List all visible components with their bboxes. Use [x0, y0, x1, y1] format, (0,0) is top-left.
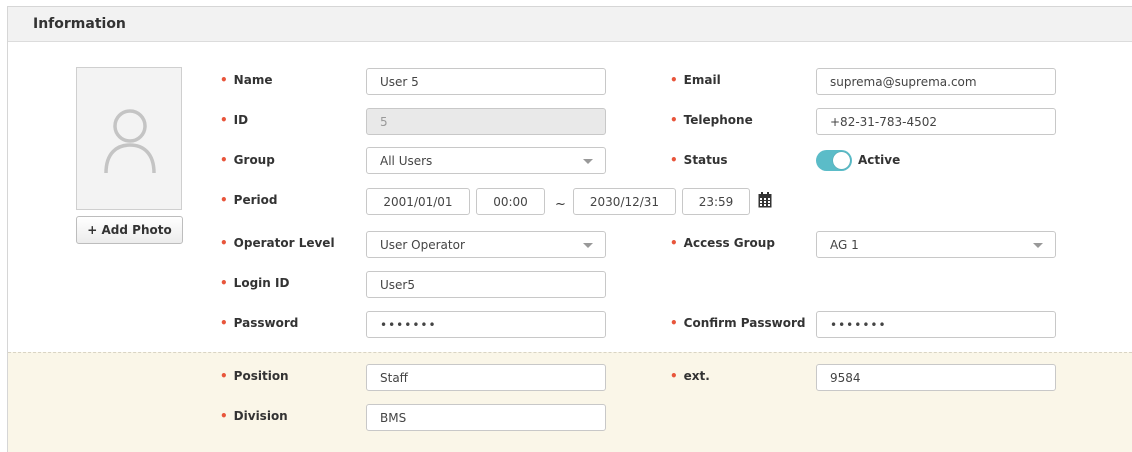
- status-label-text: Status: [683, 153, 728, 167]
- login-id-label-text: Login ID: [233, 276, 290, 290]
- access-group-select-value: AG 1: [830, 237, 859, 252]
- period-end-date-input[interactable]: 2030/12/31: [573, 188, 676, 215]
- division-input[interactable]: BMS: [366, 404, 606, 431]
- telephone-label: • Telephone: [670, 113, 753, 127]
- id-label: • ID: [220, 113, 249, 127]
- operator-level-label: • Operator Level: [220, 236, 335, 250]
- email-label-text: Email: [683, 73, 721, 87]
- group-label-text: Group: [233, 153, 275, 167]
- status-label: • Status: [670, 153, 728, 167]
- period-start-date-input[interactable]: 2001/01/01: [366, 188, 470, 215]
- panel-title: Information: [33, 16, 126, 32]
- name-input[interactable]: User 5: [366, 68, 606, 95]
- telephone-input[interactable]: +82-31-783-4502: [816, 108, 1056, 135]
- password-input[interactable]: •••••••: [366, 311, 606, 338]
- email-input[interactable]: suprema@suprema.com: [816, 68, 1056, 95]
- operator-level-select[interactable]: User Operator: [366, 231, 606, 258]
- password-label-text: Password: [233, 316, 299, 330]
- chevron-down-icon: [583, 243, 593, 248]
- ext-label: • ext.: [670, 369, 710, 383]
- telephone-label-text: Telephone: [683, 113, 753, 127]
- period-separator: ~: [555, 197, 566, 212]
- group-label: • Group: [220, 153, 275, 167]
- email-label: • Email: [670, 73, 721, 87]
- id-label-text: ID: [233, 113, 249, 127]
- period-label: • Period: [220, 193, 278, 207]
- user-photo: [76, 67, 182, 210]
- access-group-label-text: Access Group: [683, 236, 775, 250]
- login-id-input[interactable]: User5: [366, 271, 606, 298]
- confirm-password-label-text: Confirm Password: [683, 316, 806, 330]
- period-label-text: Period: [233, 193, 278, 207]
- period-end-time-input[interactable]: 23:59: [682, 188, 750, 215]
- division-label-text: Division: [233, 409, 288, 423]
- ext-input[interactable]: 9584: [816, 364, 1056, 391]
- name-label-text: Name: [233, 73, 273, 87]
- group-select[interactable]: All Users: [366, 147, 606, 174]
- position-label: • Position: [220, 369, 289, 383]
- chevron-down-icon: [583, 159, 593, 164]
- group-select-value: All Users: [380, 153, 433, 168]
- name-label: • Name: [220, 73, 273, 87]
- chevron-down-icon: [1033, 243, 1043, 248]
- password-label: • Password: [220, 316, 299, 330]
- login-id-label: • Login ID: [220, 276, 290, 290]
- access-group-label: • Access Group: [670, 236, 775, 250]
- access-group-select[interactable]: AG 1: [816, 231, 1056, 258]
- division-label: • Division: [220, 409, 288, 423]
- add-photo-button[interactable]: + Add Photo: [76, 216, 183, 244]
- operator-level-label-text: Operator Level: [233, 236, 335, 250]
- user-silhouette-icon: [104, 109, 156, 174]
- confirm-password-input[interactable]: •••••••: [816, 311, 1056, 338]
- calendar-icon[interactable]: [758, 192, 772, 208]
- status-toggle[interactable]: [816, 150, 852, 171]
- toggle-knob: [833, 152, 850, 169]
- ext-label-text: ext.: [683, 369, 710, 383]
- panel-header: Information: [8, 7, 1132, 42]
- status-toggle-label: Active: [858, 153, 901, 167]
- operator-level-select-value: User Operator: [380, 237, 465, 252]
- confirm-password-label: • Confirm Password: [670, 316, 806, 330]
- period-start-time-input[interactable]: 00:00: [476, 188, 545, 215]
- position-input[interactable]: Staff: [366, 364, 606, 391]
- id-input: 5: [366, 108, 606, 135]
- position-label-text: Position: [233, 369, 289, 383]
